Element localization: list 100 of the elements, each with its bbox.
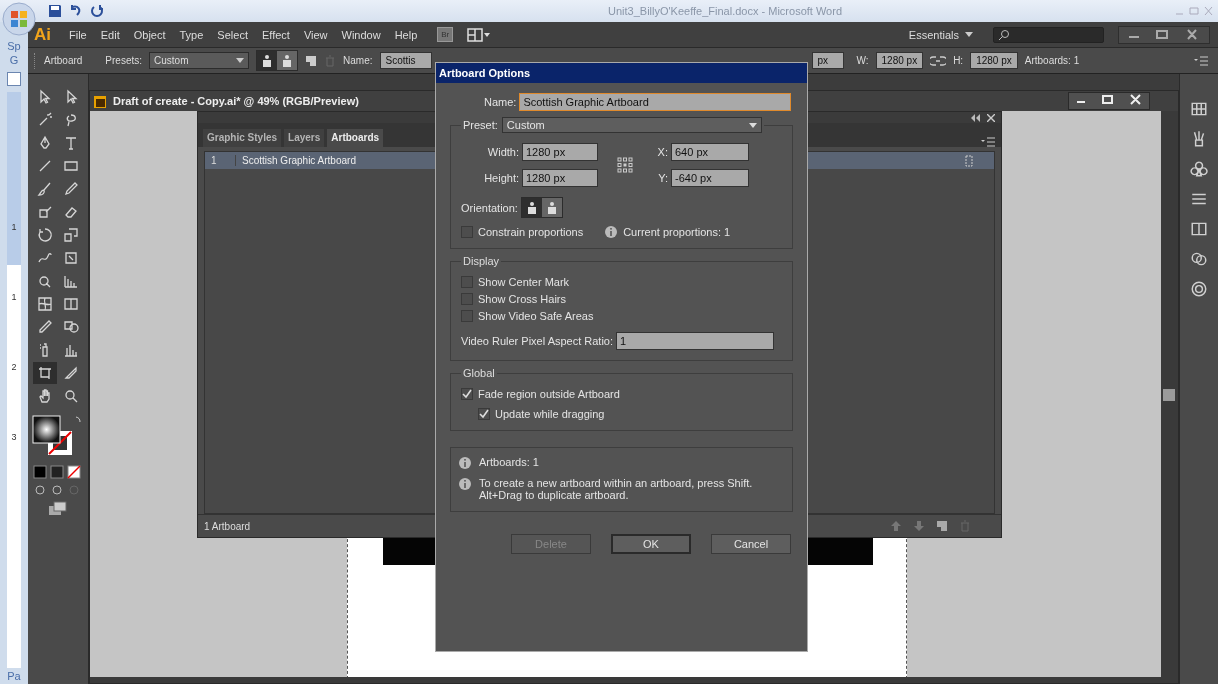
document-title: Draft of create - Copy.ai* @ 49% (RGB/Preview) xyxy=(113,95,359,107)
caret-icon xyxy=(236,58,245,63)
menu-item[interactable]: Help xyxy=(394,28,418,41)
club-icon[interactable] xyxy=(1190,160,1208,178)
dialog-title: Artboard Options xyxy=(436,63,807,83)
workspace-switcher[interactable]: Essentials xyxy=(902,27,979,42)
search-field[interactable] xyxy=(993,26,1104,43)
menu-item[interactable]: Window xyxy=(341,28,381,41)
panel-tab[interactable]: Layers xyxy=(284,129,325,147)
width-field[interactable]: 1280 px xyxy=(522,143,598,161)
menu-item[interactable]: Type xyxy=(179,28,204,41)
tool-name-label: Artboard xyxy=(44,55,83,66)
option-checkbox[interactable]: Show Cross Hairs xyxy=(461,293,782,305)
menu-item[interactable]: Object xyxy=(133,28,166,41)
horizontal-scrollbar[interactable] xyxy=(90,677,1161,683)
save-icon[interactable] xyxy=(48,4,62,18)
orientation-label: Orientation: xyxy=(461,201,518,214)
preset-dropdown[interactable]: Custom xyxy=(501,117,762,133)
constrain-checkbox[interactable]: Constrain proportions xyxy=(461,226,584,238)
ruler-number: 1 xyxy=(11,292,17,302)
person-icon xyxy=(281,53,294,68)
presets-label: Presets: xyxy=(105,55,143,66)
overlapping-circles-icon[interactable] xyxy=(1190,250,1208,268)
info-icon xyxy=(459,478,471,490)
artboard-tool-icon[interactable] xyxy=(33,362,57,384)
display-section-title: Display xyxy=(462,255,501,267)
gradient-swatch-icon[interactable] xyxy=(1190,220,1208,238)
status-text: Pa xyxy=(7,670,21,682)
dialog-button[interactable]: OK xyxy=(611,534,691,554)
screen-mode-icon[interactable] xyxy=(48,501,68,517)
info-icon xyxy=(459,457,471,469)
height-field[interactable]: 1280 px xyxy=(970,52,1018,69)
new-artboard-icon[interactable] xyxy=(936,520,948,532)
person-icon xyxy=(261,53,274,68)
name-label: Name: xyxy=(343,55,373,66)
x-field[interactable]: 640 px xyxy=(671,143,749,161)
artboard-count: 1 Artboard xyxy=(204,520,251,532)
reference-point-icon[interactable] xyxy=(617,157,633,173)
artboard-number: 1 xyxy=(205,155,236,166)
height-label: Height: xyxy=(483,172,519,184)
menu-item[interactable]: Effect xyxy=(261,28,290,41)
option-checkbox[interactable]: Fade region outside Artboard xyxy=(461,388,782,400)
option-checkbox[interactable]: Update while dragging xyxy=(478,408,782,420)
portrait-button[interactable] xyxy=(257,51,278,70)
preset-label: Preset: xyxy=(463,119,498,131)
arrange-documents-icon[interactable] xyxy=(467,27,492,42)
global-section-title: Global xyxy=(462,367,496,379)
person-icon xyxy=(545,200,558,215)
app-logo: Ai xyxy=(34,24,51,45)
panel-tab[interactable]: Graphic Styles xyxy=(203,129,282,147)
menu-item[interactable]: Select xyxy=(217,28,248,41)
info-text: Artboards: 1 xyxy=(479,456,539,468)
width-field[interactable]: 1280 px xyxy=(875,52,924,69)
redo-icon[interactable] xyxy=(90,4,104,18)
color-mode-icons[interactable] xyxy=(32,465,84,479)
width-label: Width: xyxy=(486,146,519,158)
info-icon xyxy=(605,226,618,238)
height-field[interactable]: 1280 px xyxy=(522,169,598,187)
name-label: Name: xyxy=(484,96,517,108)
side-text: Sp xyxy=(7,40,21,52)
vertical-scrollbar[interactable] xyxy=(1161,111,1178,683)
y-label: Y: xyxy=(657,172,668,184)
aspect-ratio-field[interactable]: 1 xyxy=(616,332,775,350)
panel-menu-icon[interactable] xyxy=(981,137,995,147)
dialog-button[interactable]: Cancel xyxy=(711,534,791,554)
ruler-number: 1 xyxy=(11,222,17,232)
caret-icon xyxy=(965,32,973,37)
window-controls[interactable] xyxy=(1118,25,1210,44)
y-field[interactable]: -640 px xyxy=(671,169,749,187)
document-window-controls[interactable] xyxy=(1068,92,1150,110)
proportions-text: Current proportions: 1 xyxy=(623,226,731,238)
link-icon[interactable] xyxy=(930,54,947,67)
word-window-title: Unit3_BillyO'Keeffe_Final.docx - Microsoft Word xyxy=(608,5,842,17)
name-field[interactable]: Scottis xyxy=(379,52,432,69)
height-label: H: xyxy=(953,55,964,66)
menu-item[interactable]: View xyxy=(303,28,328,41)
portrait-button[interactable] xyxy=(521,198,542,217)
ai-file-icon xyxy=(94,94,108,108)
width-label: W: xyxy=(856,55,869,66)
name-field[interactable]: Scottish Graphic Artboard xyxy=(519,93,791,111)
ruler-number: 2 xyxy=(11,362,17,372)
panel-menu-icon[interactable] xyxy=(1194,55,1208,66)
search-icon xyxy=(998,28,1010,41)
menu-item[interactable]: Edit xyxy=(100,28,120,41)
presets-dropdown[interactable]: Custom xyxy=(149,52,250,69)
aspect-ratio-label: Video Ruler Pixel Aspect Ratio: xyxy=(461,335,614,347)
new-artboard-icon[interactable] xyxy=(305,54,318,67)
landscape-button[interactable] xyxy=(277,51,298,70)
person-icon xyxy=(525,200,538,215)
x-field[interactable]: px xyxy=(811,52,844,69)
artboard-name: Scottish Graphic Artboard xyxy=(241,155,356,166)
close-icon[interactable] xyxy=(987,113,995,122)
panel-tab[interactable]: Artboards xyxy=(327,129,384,147)
option-checkbox[interactable]: Show Center Mark xyxy=(461,276,782,288)
menu-item[interactable]: File xyxy=(69,28,87,41)
info-text: To create a new artboard within an artboard, press Shift. Alt+Drag to duplicate artboard. xyxy=(479,477,754,501)
swatches-grid-icon[interactable] xyxy=(1190,100,1208,118)
option-checkbox[interactable]: Show Video Safe Areas xyxy=(461,310,782,322)
artboard-count: Artboards: 1 xyxy=(1024,55,1080,66)
tab-stop-icon[interactable] xyxy=(7,72,21,86)
